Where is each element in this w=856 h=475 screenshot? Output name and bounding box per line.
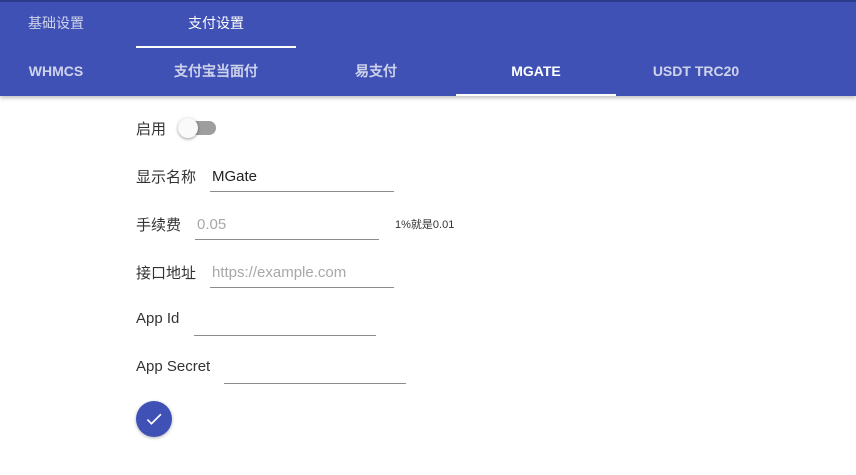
tab-mgate[interactable]: MGATE — [456, 48, 616, 96]
api-url-label: 接口地址 — [136, 265, 197, 282]
fee-input[interactable] — [195, 210, 379, 238]
fee-hint: 1%就是0.01 — [395, 219, 455, 231]
enable-label: 启用 — [136, 121, 167, 138]
app-id-field — [194, 306, 376, 336]
fee-label: 手续费 — [136, 217, 182, 234]
display-name-field — [210, 162, 394, 192]
fee-field — [195, 210, 379, 240]
tab-basic-settings[interactable]: 基础设置 — [0, 0, 112, 48]
app-id-input[interactable] — [194, 306, 376, 334]
toggle-knob — [178, 118, 198, 138]
app-secret-field — [224, 354, 406, 384]
check-icon — [146, 413, 162, 425]
enable-toggle[interactable] — [178, 116, 218, 140]
header-top-border — [0, 0, 856, 2]
app-secret-input[interactable] — [224, 354, 406, 382]
app-id-label: App Id — [136, 310, 180, 327]
tab-usdt-trc20[interactable]: USDT TRC20 — [616, 48, 776, 96]
tab-alipay-f2f[interactable]: 支付宝当面付 — [136, 48, 296, 96]
api-url-input[interactable] — [210, 258, 394, 286]
display-name-input[interactable] — [210, 162, 394, 190]
app-header: 基础设置 支付设置 WHMCS 支付宝当面付 易支付 MGATE USDT TR… — [0, 0, 856, 96]
tab-epay[interactable]: 易支付 — [296, 48, 456, 96]
tab-whmcs[interactable]: WHMCS — [0, 48, 112, 96]
save-button[interactable] — [136, 401, 172, 437]
display-name-label: 显示名称 — [136, 169, 197, 186]
api-url-field — [210, 258, 394, 288]
app-secret-label: App Secret — [136, 358, 211, 375]
tab-payment-settings[interactable]: 支付设置 — [136, 0, 296, 48]
